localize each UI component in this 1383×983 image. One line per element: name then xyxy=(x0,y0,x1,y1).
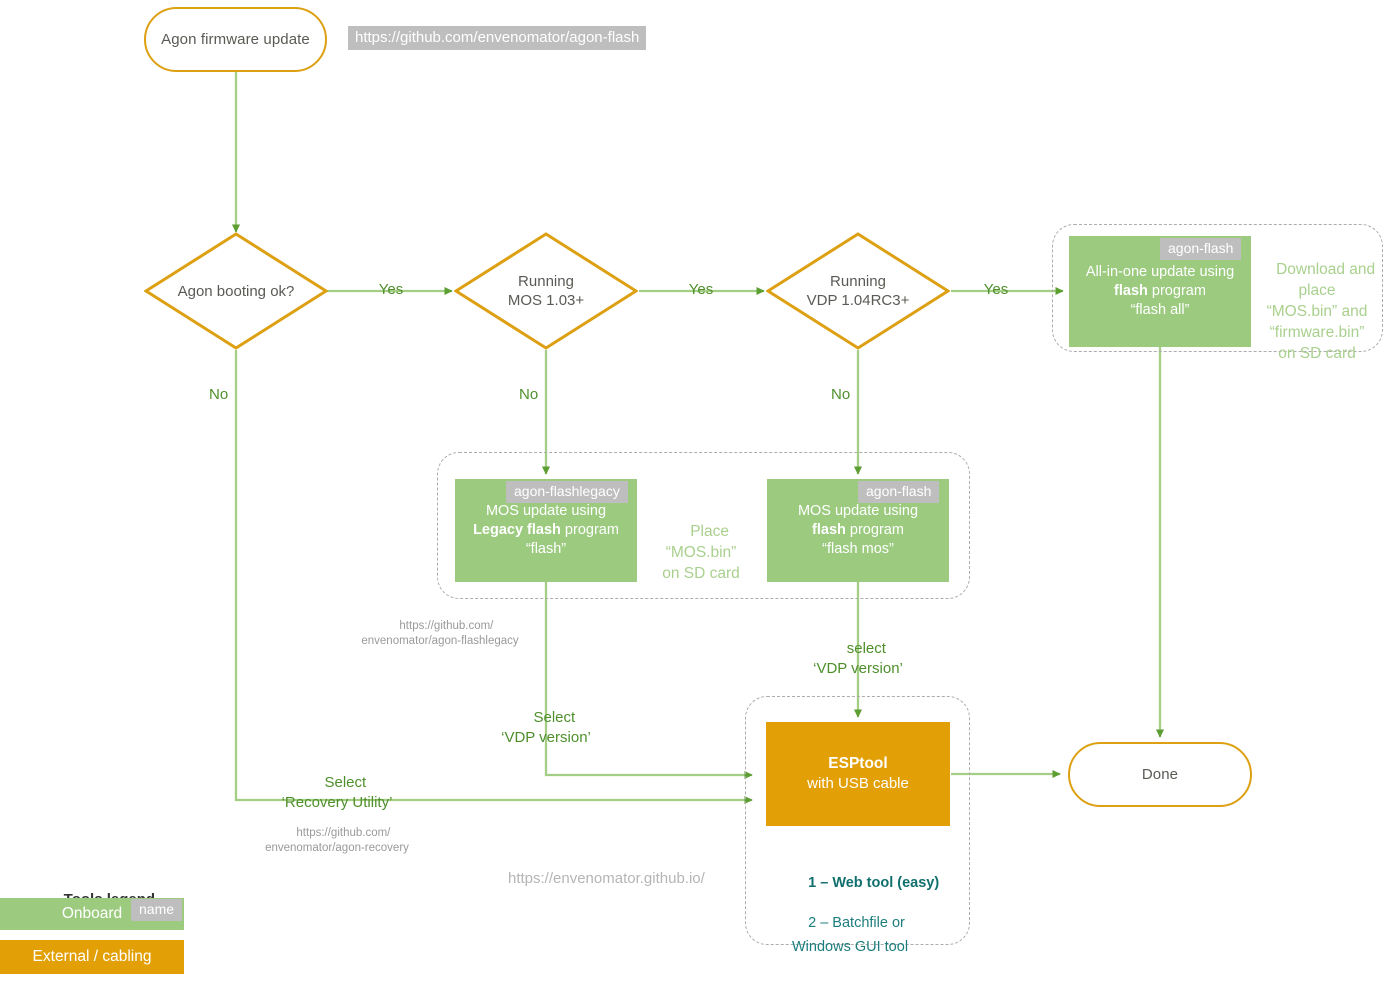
edge-label-yes-1-text: Yes xyxy=(378,281,404,298)
decision-running-vdp-line1: Running xyxy=(830,273,886,290)
tag-agon-flash-mid-text: agon-flash xyxy=(866,483,932,499)
process-legacy-line2-rest: program xyxy=(560,522,619,538)
process-esptool[interactable]: ESPtool with USB cable xyxy=(766,722,950,826)
tag-agon-flashlegacy-text: agon-flashlegacy xyxy=(514,483,620,499)
start-node-label: Agon firmware update xyxy=(161,31,310,48)
url-envenomator-github-io[interactable]: https://envenomator.github.io/ xyxy=(508,869,705,889)
tag-agon-flash-top: agon-flash xyxy=(1160,238,1242,260)
start-node[interactable]: Agon firmware update xyxy=(144,7,327,72)
legend-swatch-onboard-label: Onboard xyxy=(61,905,123,922)
process-legacy-line3: “flash” xyxy=(525,541,567,557)
edge-label-select-vdp-right-text: select ‘VDP version’ xyxy=(813,640,903,677)
tag-agon-flash-top-text: agon-flash xyxy=(1168,240,1234,256)
flowchart-canvas: Agon firmware update https://github.com/… xyxy=(0,0,1383,978)
url-envenomator-github-io-text: https://envenomator.github.io/ xyxy=(508,870,705,887)
decision-running-mos-line1: Running xyxy=(518,273,574,290)
process-mos-flash-line2-rest: program xyxy=(845,522,904,538)
tag-agon-flash-mid: agon-flash xyxy=(858,481,940,503)
decision-running-mos-line2: MOS 1.03+ xyxy=(507,292,585,309)
edge-label-select-recovery-text: Select ‘Recovery Utility’ xyxy=(281,774,393,811)
url-agon-flashlegacy[interactable]: https://github.com/ envenomator/agon-fla… xyxy=(340,604,540,664)
edge-label-select-vdp-left-text: Select ‘VDP version’ xyxy=(501,709,591,746)
process-mos-flash-line1: MOS update using xyxy=(797,503,919,519)
end-node-label: Done xyxy=(1141,766,1179,783)
top-repo-url-text: https://github.com/envenomator/agon-flas… xyxy=(355,29,640,46)
process-all-in-one-line2-bold: flash xyxy=(1114,283,1148,299)
esptool-option-2-text: 2 – Batchfile or Windows GUI tool xyxy=(792,915,909,955)
edge-label-yes-2-text: Yes xyxy=(688,281,714,298)
note-place-mosbin: Place “MOS.bin” on SD card xyxy=(645,500,757,605)
edge-label-select-vdp-left: Select ‘VDP version’ xyxy=(484,688,608,768)
process-all-in-one-line3: “flash all” xyxy=(1130,302,1190,318)
legend-swatch-external: External / cabling xyxy=(0,940,184,974)
note-download-and-place-text: Download and place “MOS.bin” and “firmwa… xyxy=(1266,261,1376,362)
process-legacy-line1: MOS update using xyxy=(485,503,607,519)
process-legacy-line2-bold: Legacy flash xyxy=(473,522,561,538)
url-agon-recovery[interactable]: https://github.com/ envenomator/agon-rec… xyxy=(237,811,437,871)
tag-agon-flashlegacy: agon-flashlegacy xyxy=(506,481,628,503)
edge-label-no-3: No xyxy=(831,385,873,405)
url-agon-recovery-text: https://github.com/ envenomator/agon-rec… xyxy=(265,827,409,854)
top-repo-url[interactable]: https://github.com/envenomator/agon-flas… xyxy=(348,26,647,50)
edge-label-no-2-text: No xyxy=(519,386,539,403)
decision-agon-booting-label: Agon booting ok? xyxy=(177,282,295,300)
legend-name-tag: name xyxy=(131,899,183,921)
url-agon-flashlegacy-text: https://github.com/ envenomator/agon-fla… xyxy=(361,620,519,647)
edge-label-no-3-text: No xyxy=(831,386,851,403)
process-all-in-one-line1: All-in-one update using xyxy=(1085,264,1235,280)
process-esptool-line1: ESPtool xyxy=(828,755,888,772)
edge-label-yes-3: Yes xyxy=(973,280,1019,300)
edge-label-yes-3-text: Yes xyxy=(983,281,1009,298)
edge-label-no-1-text: No xyxy=(209,386,229,403)
process-mos-flash-line3: “flash mos” xyxy=(822,541,894,557)
edge-label-yes-1: Yes xyxy=(368,280,414,300)
esptool-option-2[interactable]: 2 – Batchfile or Windows GUI tool xyxy=(792,887,908,983)
note-download-and-place: Download and place “MOS.bin” and “firmwa… xyxy=(1256,238,1378,385)
process-mos-flash-line2-bold: flash xyxy=(812,522,846,538)
legend-name-tag-text: name xyxy=(139,901,175,917)
edge-label-yes-2: Yes xyxy=(678,280,724,300)
edge-label-no-2: No xyxy=(519,385,561,405)
decision-running-vdp[interactable]: Running VDP 1.04RC3+ xyxy=(766,232,950,350)
process-all-in-one-line2-rest: program xyxy=(1147,283,1206,299)
decision-agon-booting[interactable]: Agon booting ok? xyxy=(144,232,328,350)
note-place-mosbin-text: Place “MOS.bin” on SD card xyxy=(662,523,740,582)
end-node[interactable]: Done xyxy=(1068,742,1252,807)
decision-running-mos[interactable]: Running MOS 1.03+ xyxy=(454,232,638,350)
decision-running-vdp-line2: VDP 1.04RC3+ xyxy=(806,292,910,309)
legend-swatch-external-label: External / cabling xyxy=(32,948,152,965)
process-esptool-line2: with USB cable xyxy=(807,775,909,792)
edge-label-no-1: No xyxy=(209,385,251,405)
edge-label-select-vdp-right: select ‘VDP version’ xyxy=(796,619,920,699)
